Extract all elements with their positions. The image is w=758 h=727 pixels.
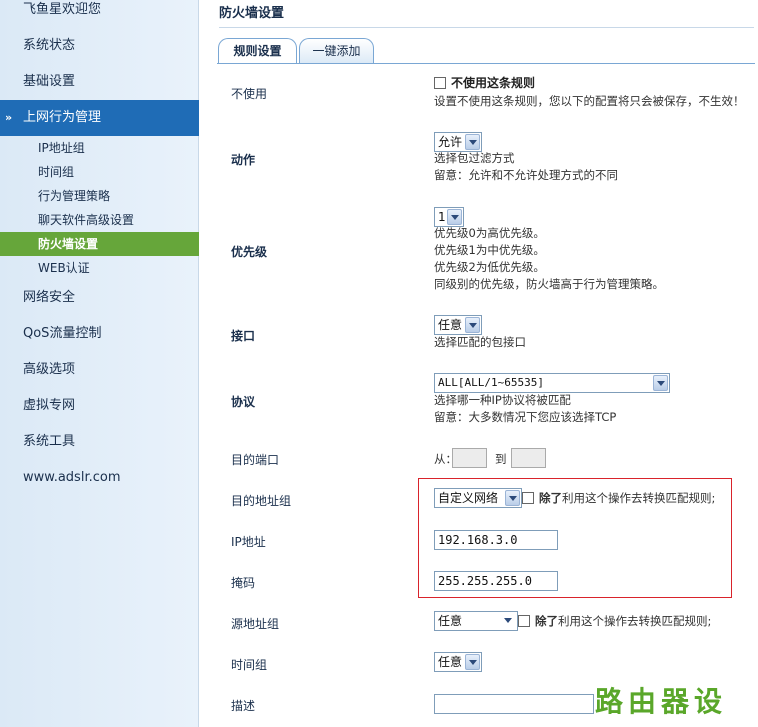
action-select[interactable]: 允许 [434,132,482,152]
disable-desc: 设置不使用这条规则，您以下的配置将只会被保存，不生效！ [434,94,745,108]
disable-rule-checkbox[interactable] [434,77,446,89]
sidebar-item-basic-settings[interactable]: 基础设置 [0,64,199,100]
tab-quick-add[interactable]: 一键添加 [299,38,374,64]
disable-checkbox-label: 不使用这条规则 [451,76,536,90]
dest-port-label: 目的端口 [231,453,280,467]
chevron-down-icon [465,134,480,150]
time-group-select[interactable]: 任意 [434,652,482,672]
chevron-down-icon [465,654,480,670]
dest-group-select[interactable]: 自定义网络 [434,488,522,508]
sidebar-item-qos[interactable]: QoS流量控制 [0,316,199,352]
dest-group-select-value: 自定义网络 [438,491,499,505]
chevron-down-icon [505,490,520,506]
protocol-select[interactable]: ALL[ALL/1~65535] [434,373,670,393]
sidebar-subitem-behavior-policy[interactable]: 行为管理策略 [0,184,199,208]
priority-desc-2: 优先级1为中优先级。 [434,243,545,257]
priority-select[interactable]: 1 [434,207,464,227]
action-label: 动作 [231,153,256,167]
time-group-label: 时间组 [231,658,268,672]
priority-desc-4: 同级别的优先级，防火墙高于行为管理策略。 [434,277,664,291]
action-select-value: 允许 [438,135,463,149]
interface-select[interactable]: 任意 [434,315,482,335]
sidebar-group-label: 上网行为管理 [23,110,102,125]
sidebar-item-system-tools[interactable]: 系统工具 [0,424,199,460]
priority-desc-1: 优先级0为高优先级。 [434,226,545,240]
interface-desc: 选择匹配的包接口 [434,335,526,349]
protocol-desc-1: 选择哪一种IP协议将被匹配 [434,393,571,407]
priority-label: 优先级 [231,245,268,259]
src-group-except-bold: 除了 [535,614,558,628]
dest-group-except-bold: 除了 [539,491,562,505]
sidebar-item-advanced[interactable]: 高级选项 [0,352,199,388]
sidebar-item-system-status[interactable]: 系统状态 [0,28,199,64]
sidebar-item-vpn[interactable]: 虚拟专网 [0,388,199,424]
ip-label: IP地址 [231,535,266,549]
sidebar-subitem-time-group[interactable]: 时间组 [0,160,199,184]
src-group-except-text: 利用这个操作去转换匹配规则; [558,614,712,628]
protocol-select-value: ALL[ALL/1~65535] [438,376,544,389]
sidebar-subitem-web-auth[interactable]: WEB认证 [0,256,199,280]
sidebar: 飞鱼星欢迎您 系统状态 基础设置 » 上网行为管理 IP地址组 时间组 行为管理… [0,0,199,727]
protocol-label: 协议 [231,395,256,409]
src-group-except-checkbox[interactable] [518,615,530,627]
dest-group-except-row: 除了利用这个操作去转换匹配规则; [522,490,715,507]
time-group-select-value: 任意 [438,655,463,669]
disable-label: 不使用 [231,87,268,101]
sidebar-subitem-chat-advanced[interactable]: 聊天软件高级设置 [0,208,199,232]
action-desc-2: 留意：允许和不允许处理方式的不同 [434,168,618,182]
dest-port-to-input[interactable] [511,448,546,468]
sidebar-subitem-firewall[interactable]: 防火墙设置 [0,232,199,256]
disable-checkbox-row: 不使用这条规则 [434,75,535,92]
chevron-down-icon [447,209,462,225]
sidebar-item-welcome[interactable]: 飞鱼星欢迎您 [0,0,199,28]
chevron-down-icon [653,375,668,391]
dest-group-except-checkbox[interactable] [522,492,534,504]
ip-input[interactable]: 192.168.3.0 [434,530,558,550]
description-label: 描述 [231,699,256,713]
interface-select-value: 任意 [438,318,463,332]
sidebar-link-website[interactable]: www.adslr.com [0,460,199,496]
dest-port-from-input[interactable] [452,448,487,468]
dest-group-except-text: 利用这个操作去转换匹配规则; [562,491,716,505]
protocol-desc-2: 留意：大多数情况下您应该选择TCP [434,410,617,424]
main-content: 防火墙设置 规则设置 一键添加 不使用 不使用这条规则 设置不使用这条规则，您以… [199,0,758,727]
description-input[interactable] [434,694,594,714]
interface-label: 接口 [231,329,256,343]
mask-input[interactable]: 255.255.255.0 [434,571,558,591]
page-title: 防火墙设置 [219,6,285,21]
action-desc-1: 选择包过滤方式 [434,151,515,165]
sidebar-group-behavior-management[interactable]: » 上网行为管理 [0,100,199,136]
tab-rule-settings[interactable]: 规则设置 [218,38,297,64]
dest-port-to-label: 到 [495,452,507,466]
src-group-select-value: 任意 [438,614,463,628]
src-group-except-row: 除了利用这个操作去转换匹配规则; [518,613,711,630]
watermark-logo: 路由器设置 [595,685,728,727]
sidebar-subitem-ip-group[interactable]: IP地址组 [0,136,199,160]
title-divider [219,27,754,28]
chevron-down-icon [465,317,480,333]
priority-select-value: 1 [438,210,446,224]
chevron-down-icon [501,613,516,629]
src-group-label: 源地址组 [231,617,280,631]
src-group-select[interactable]: 任意 [434,611,518,631]
dest-group-label: 目的地址组 [231,494,292,508]
tab-divider [217,63,755,64]
double-chevron-down-icon: » [5,111,13,124]
priority-desc-3: 优先级2为低优先级。 [434,260,545,274]
sidebar-item-network-security[interactable]: 网络安全 [0,280,199,316]
mask-label: 掩码 [231,576,256,590]
